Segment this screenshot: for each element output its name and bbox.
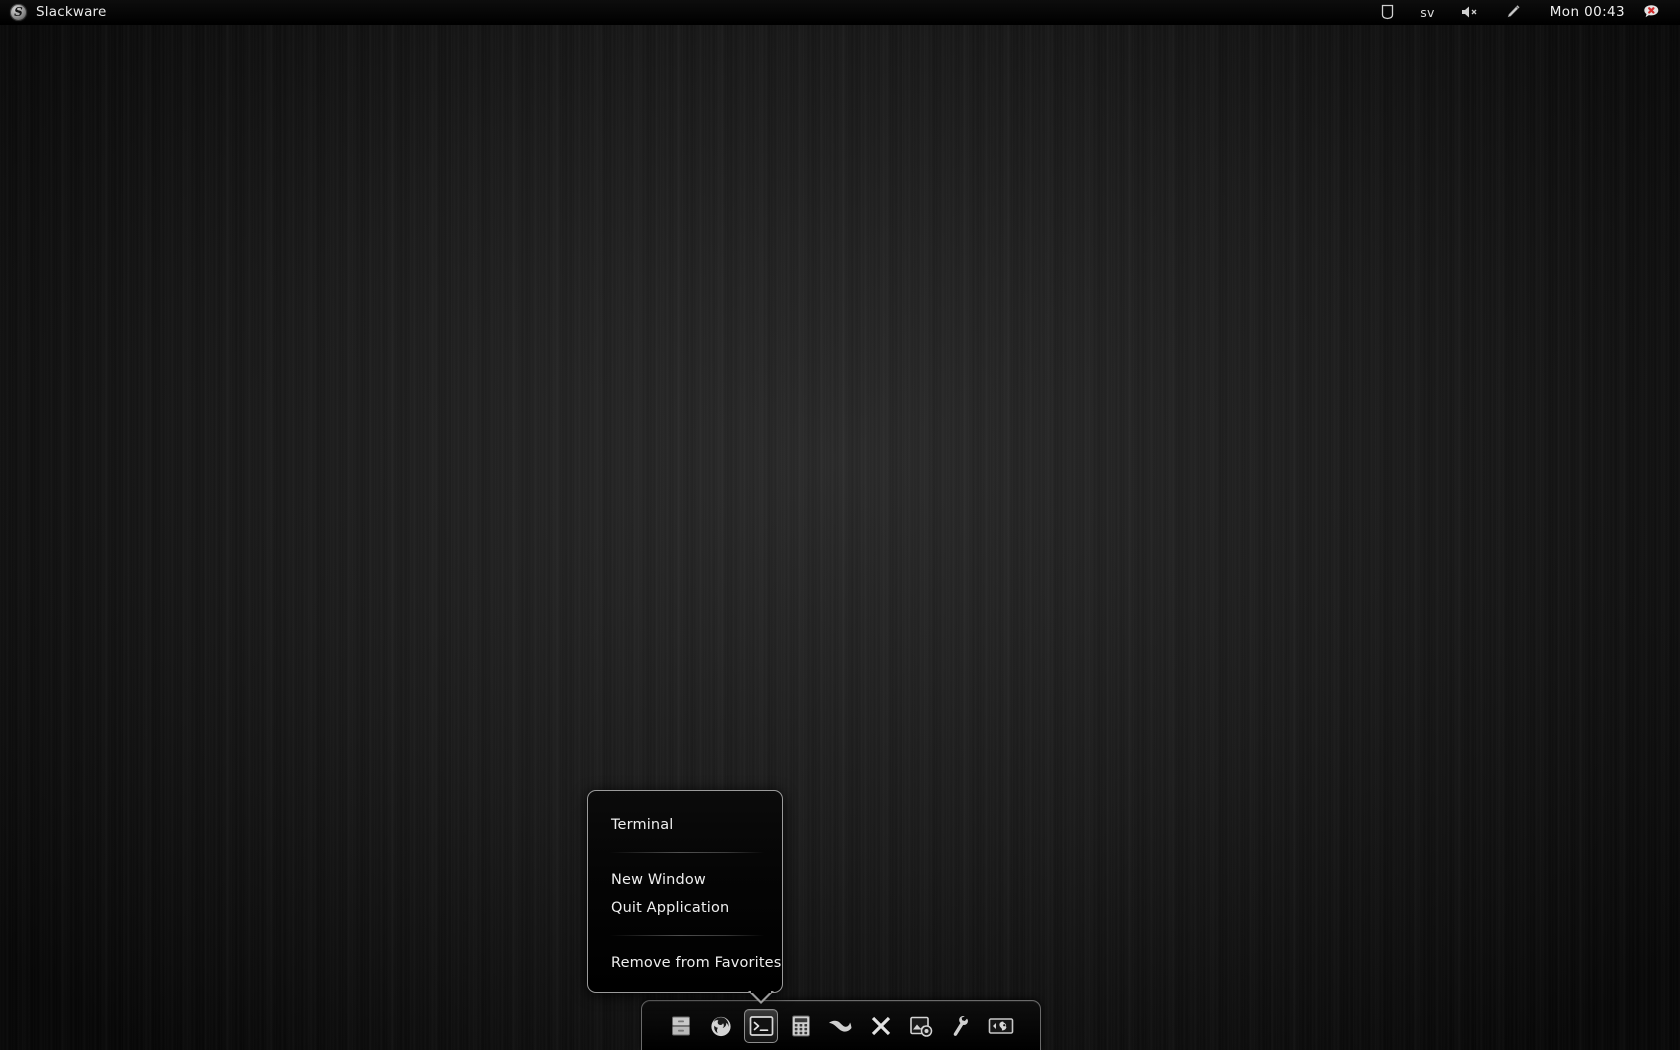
dock-item-firefox[interactable] [704,1009,738,1043]
desktop-background[interactable] [0,0,1680,1050]
dock-item-calculator[interactable] [784,1009,818,1043]
dock-item-gimp[interactable] [984,1009,1018,1043]
dock-item-archive-manager[interactable] [904,1009,938,1043]
top-panel: S Slackware sv Mon 00:43 [0,0,1680,25]
dock [641,1000,1041,1050]
keyboard-layout-indicator[interactable]: sv [1407,0,1448,25]
menu-item-remove-from-favorites[interactable]: Remove from Favorites [588,949,782,977]
menu-separator [610,935,764,936]
volume-muted-icon[interactable] [1448,0,1492,25]
dock-item-terminal[interactable] [744,1008,778,1043]
menu-separator [610,852,764,853]
dock-item-xterm[interactable] [864,1009,898,1043]
panel-tray-section: sv Mon 00:43 [1368,0,1680,25]
slackware-logo-icon[interactable]: S [10,3,27,21]
context-menu-pointer-mask [751,990,771,993]
dock-item-xfce[interactable] [824,1009,858,1043]
menu-item-new-window[interactable]: New Window [588,866,782,894]
panel-left-section: S Slackware [0,3,107,21]
slackware-logo-letter: S [14,5,23,19]
chat-offline-icon[interactable] [1637,0,1672,25]
context-menu-title: Terminal [611,817,674,833]
menu-title[interactable]: Slackware [36,4,107,20]
dock-item-settings[interactable] [944,1009,978,1043]
clock[interactable]: Mon 00:43 [1534,0,1637,25]
screenshot-pen-icon[interactable] [1492,0,1534,25]
context-menu: Terminal New Window Quit Application Rem… [587,790,783,1004]
clipboard-icon[interactable] [1368,0,1407,25]
dock-item-file-manager[interactable] [664,1009,698,1043]
menu-item-quit-application[interactable]: Quit Application [588,894,782,922]
